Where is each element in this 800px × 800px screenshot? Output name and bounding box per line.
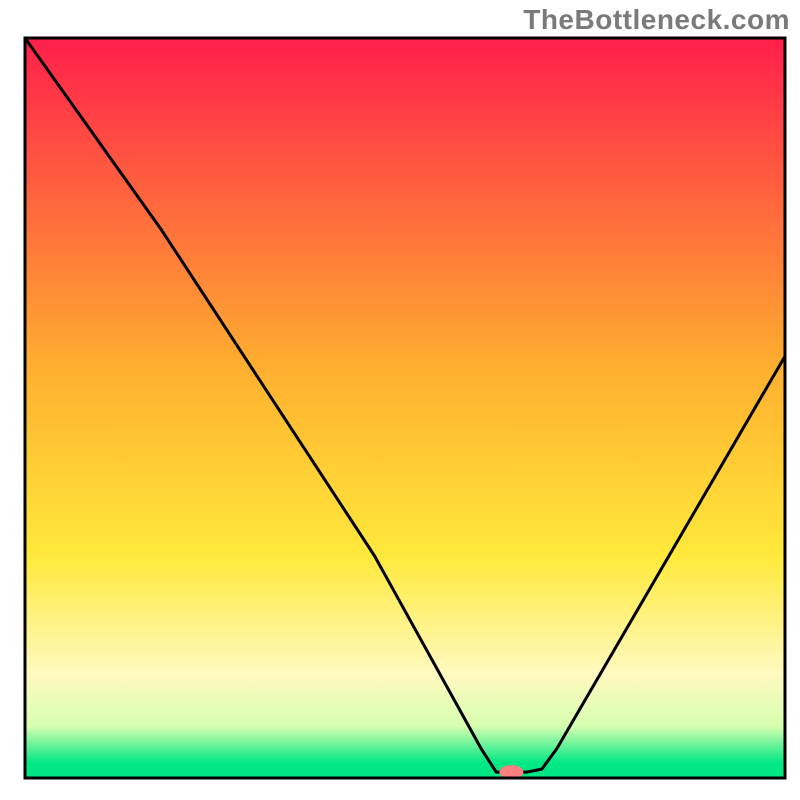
plot-background [25, 38, 785, 778]
watermark-text: TheBottleneck.com [523, 4, 790, 36]
bottleneck-chart [0, 0, 800, 800]
chart-container: TheBottleneck.com [0, 0, 800, 800]
